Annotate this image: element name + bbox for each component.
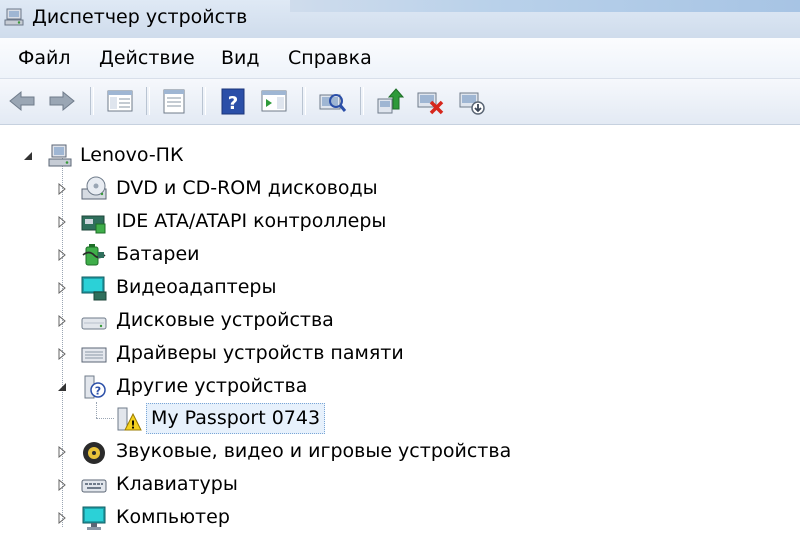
display-adapter-icon — [80, 274, 108, 302]
tree-item-memory-drivers[interactable]: Драйверы устройств памяти — [0, 337, 800, 370]
tree-item-sound[interactable]: Звуковые, видео и игровые устройства — [0, 435, 800, 468]
tree-item-label: Звуковые, видео и игровые устройства — [116, 440, 512, 462]
expand-triangle-icon[interactable] — [56, 446, 68, 458]
tree-item-label: Клавиатуры — [116, 473, 238, 495]
uninstall-icon[interactable] — [414, 85, 446, 117]
show-hide-action-pane-icon[interactable] — [258, 85, 290, 117]
title-bar-glass — [290, 0, 800, 12]
title-bar: Диспетчер устройств — [0, 0, 800, 38]
computer-icon — [80, 504, 108, 532]
tree-item-disks[interactable]: Дисковые устройства — [0, 304, 800, 337]
show-hide-console-tree-icon[interactable] — [104, 85, 136, 117]
svg-text:!: ! — [130, 419, 135, 432]
menu-view[interactable]: Вид — [215, 38, 266, 78]
back-arrow-icon[interactable] — [6, 85, 38, 117]
svg-text:?: ? — [228, 93, 238, 114]
dvd-drive-icon — [80, 175, 108, 203]
toolbar: ? — [0, 79, 800, 125]
warning-device-icon: ! — [114, 405, 142, 433]
toolbar-separator — [146, 87, 150, 115]
expand-triangle-icon[interactable] — [56, 479, 68, 491]
tree-item-dvd[interactable]: DVD и CD-ROM дисководы — [0, 172, 800, 205]
tree-item-label: Драйверы устройств памяти — [116, 342, 404, 364]
menu-file[interactable]: Файл — [12, 38, 77, 78]
toolbar-separator — [202, 87, 206, 115]
menu-bar: Файл Действие Вид Справка — [0, 38, 800, 79]
computer-root-icon — [46, 142, 74, 170]
toolbar-separator — [90, 87, 94, 115]
disable-device-icon[interactable] — [456, 85, 488, 117]
tree-item-computer[interactable]: Компьютер — [0, 501, 800, 534]
tree-item-label: Видеоадаптеры — [116, 276, 277, 298]
tree-item-keyboards[interactable]: Клавиатуры — [0, 468, 800, 501]
unknown-device-icon: ? — [80, 373, 108, 401]
toolbar-separator — [302, 87, 306, 115]
forward-arrow-icon[interactable] — [46, 85, 78, 117]
device-tree: Lenovo-ПК DVD и CD-ROM дисководы IDE ATA… — [0, 125, 800, 530]
menu-action[interactable]: Действие — [93, 38, 201, 78]
tree-item-batteries[interactable]: Батареи — [0, 238, 800, 271]
expand-triangle-icon[interactable] — [56, 512, 68, 524]
battery-icon — [80, 241, 108, 269]
tree-item-label: Дисковые устройства — [116, 309, 334, 331]
speaker-icon — [80, 438, 108, 466]
device-manager-icon — [4, 6, 26, 28]
selected-device-label: My Passport 0743 — [146, 403, 326, 434]
svg-text:?: ? — [95, 385, 101, 398]
expand-triangle-icon[interactable] — [56, 183, 68, 195]
scan-hardware-icon[interactable] — [316, 85, 348, 117]
tree-item-other-devices[interactable]: ? Другие устройства — [0, 370, 800, 403]
expand-triangle-icon[interactable] — [56, 315, 68, 327]
disk-drive-icon — [80, 307, 108, 335]
properties-icon[interactable] — [158, 85, 190, 117]
tree-root-row[interactable]: Lenovo-ПК — [0, 139, 800, 172]
window-title: Диспетчер устройств — [32, 6, 248, 28]
expand-triangle-icon[interactable] — [56, 216, 68, 228]
tree-root-label: Lenovo-ПК — [80, 144, 184, 166]
tree-item-my-passport[interactable]: ! My Passport 0743 — [0, 402, 800, 435]
memory-driver-icon — [80, 340, 108, 368]
tree-item-label: Батареи — [116, 243, 200, 265]
collapse-triangle-icon[interactable] — [56, 381, 68, 393]
update-driver-icon[interactable] — [374, 85, 406, 117]
tree-item-label: Компьютер — [116, 506, 230, 528]
expand-triangle-icon[interactable] — [56, 249, 68, 261]
tree-item-ide[interactable]: IDE ATA/ATAPI контроллеры — [0, 205, 800, 238]
ide-controller-icon — [80, 208, 108, 236]
toolbar-separator — [360, 87, 364, 115]
help-icon[interactable]: ? — [217, 85, 249, 117]
keyboard-icon — [80, 471, 108, 499]
tree-item-label: Другие устройства — [116, 375, 308, 397]
expand-triangle-icon[interactable] — [56, 348, 68, 360]
expand-triangle-icon[interactable] — [56, 282, 68, 294]
tree-item-label: IDE ATA/ATAPI контроллеры — [116, 210, 387, 232]
menu-help[interactable]: Справка — [282, 38, 378, 78]
tree-item-label: DVD и CD-ROM дисководы — [116, 177, 378, 199]
collapse-triangle-icon[interactable] — [22, 150, 34, 162]
tree-item-video[interactable]: Видеоадаптеры — [0, 271, 800, 304]
